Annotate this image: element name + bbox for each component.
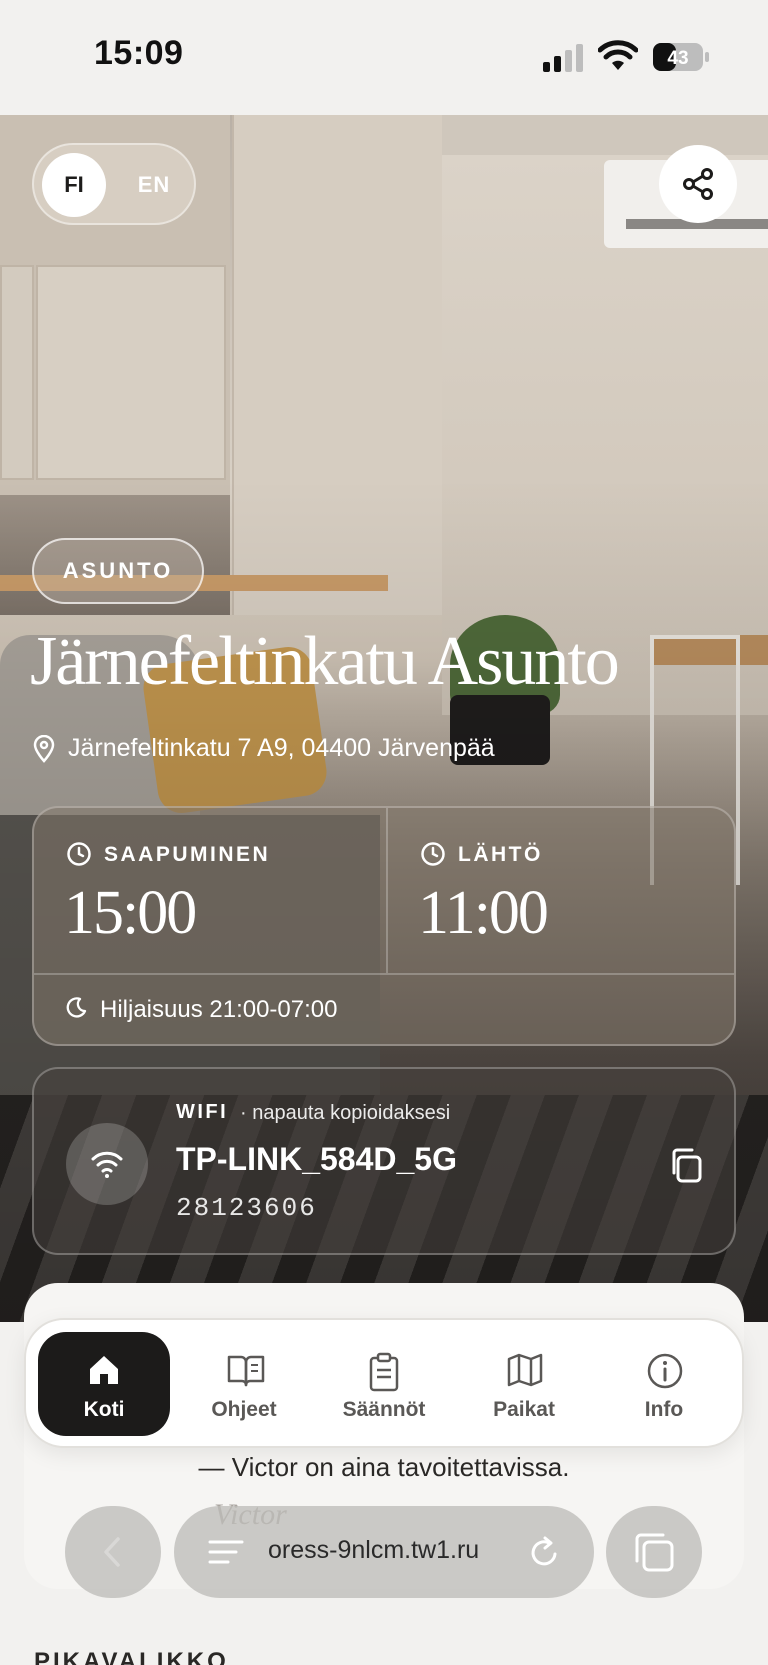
tab-koti[interactable]: Koti — [38, 1332, 170, 1436]
book-icon — [227, 1355, 265, 1387]
wifi-card[interactable]: WIFI · napauta kopioidaksesi TP-LINK_584… — [32, 1067, 736, 1255]
card-divider — [34, 973, 734, 975]
battery-level: 43 — [667, 48, 688, 69]
bottom-tab-bar: Koti Ohjeet Säännöt Paikat Info — [24, 1318, 744, 1448]
tab-label: Säännöt — [342, 1398, 426, 1421]
tab-label: Info — [644, 1398, 684, 1421]
status-time: 15:09 — [94, 34, 184, 72]
info-icon — [647, 1353, 683, 1389]
share-icon — [683, 168, 713, 200]
cellular-signal-icon — [543, 44, 583, 72]
clock-icon — [421, 842, 445, 866]
browser-back-button[interactable] — [65, 1506, 161, 1598]
clipboard-icon — [369, 1352, 399, 1392]
tab-saannot[interactable]: Säännöt — [318, 1332, 450, 1436]
checkin-time: 15:00 — [64, 879, 197, 947]
wifi-password: 28123606 — [176, 1193, 317, 1223]
share-button[interactable] — [659, 145, 737, 223]
reload-icon[interactable] — [528, 1534, 562, 1570]
wifi-copy-hint: · napauta kopioidaksesi — [240, 1102, 451, 1124]
checkin-checkout-card: SAAPUMINEN 15:00 LÄHTÖ 11:00 Hiljaisuus … — [32, 806, 736, 1046]
tab-label: Koti — [83, 1398, 125, 1421]
wifi-icon-circle — [66, 1123, 148, 1205]
copy-icon[interactable] — [666, 1145, 706, 1185]
page-menu-icon[interactable] — [208, 1538, 244, 1566]
tab-label: Paikat — [493, 1398, 555, 1421]
card-divider — [386, 808, 388, 973]
property-title: Järnefeltinkatu Asunto — [30, 623, 620, 700]
status-bar: 15:09 43 — [0, 0, 768, 115]
browser-address-bar[interactable]: oress-9nlcm.tw1.ru — [174, 1506, 594, 1598]
lang-fi-button[interactable]: FI — [42, 153, 106, 217]
wifi-label: WIFI — [176, 1101, 229, 1123]
lang-en-button[interactable]: EN — [126, 153, 182, 217]
chevron-left-icon — [104, 1537, 120, 1567]
tab-label: Ohjeet — [211, 1398, 277, 1421]
url-text[interactable]: oress-9nlcm.tw1.ru — [268, 1536, 479, 1565]
tabs-icon — [635, 1533, 674, 1572]
wifi-ssid: TP-LINK_584D_5G — [176, 1141, 457, 1177]
home-icon — [90, 1356, 118, 1384]
tab-info[interactable]: Info — [598, 1332, 730, 1436]
moon-icon — [66, 997, 87, 1018]
page: 15:09 43 FI EN ASUNTO Järnefeltinkatu As… — [0, 0, 768, 1665]
quick-menu-heading: PIKAVALIKKO — [34, 1648, 229, 1665]
checkout-time: 11:00 — [418, 879, 549, 947]
address-text: Järnefeltinkatu 7 A9, 04400 Järvenpää — [68, 734, 495, 762]
map-icon — [507, 1353, 543, 1387]
clock-icon — [67, 842, 91, 866]
location-pin-icon — [33, 735, 55, 763]
wifi-icon — [91, 1151, 123, 1178]
wifi-status-icon — [598, 40, 638, 70]
property-type-badge: ASUNTO — [32, 538, 204, 604]
tab-paikat[interactable]: Paikat — [458, 1332, 590, 1436]
battery-icon: 43 — [653, 43, 709, 71]
language-toggle[interactable]: FI EN — [32, 143, 196, 225]
tab-ohjeet[interactable]: Ohjeet — [178, 1332, 310, 1436]
contact-note: — Victor on aina tavoitettavissa. — [198, 1452, 570, 1482]
browser-tabs-button[interactable] — [606, 1506, 702, 1598]
